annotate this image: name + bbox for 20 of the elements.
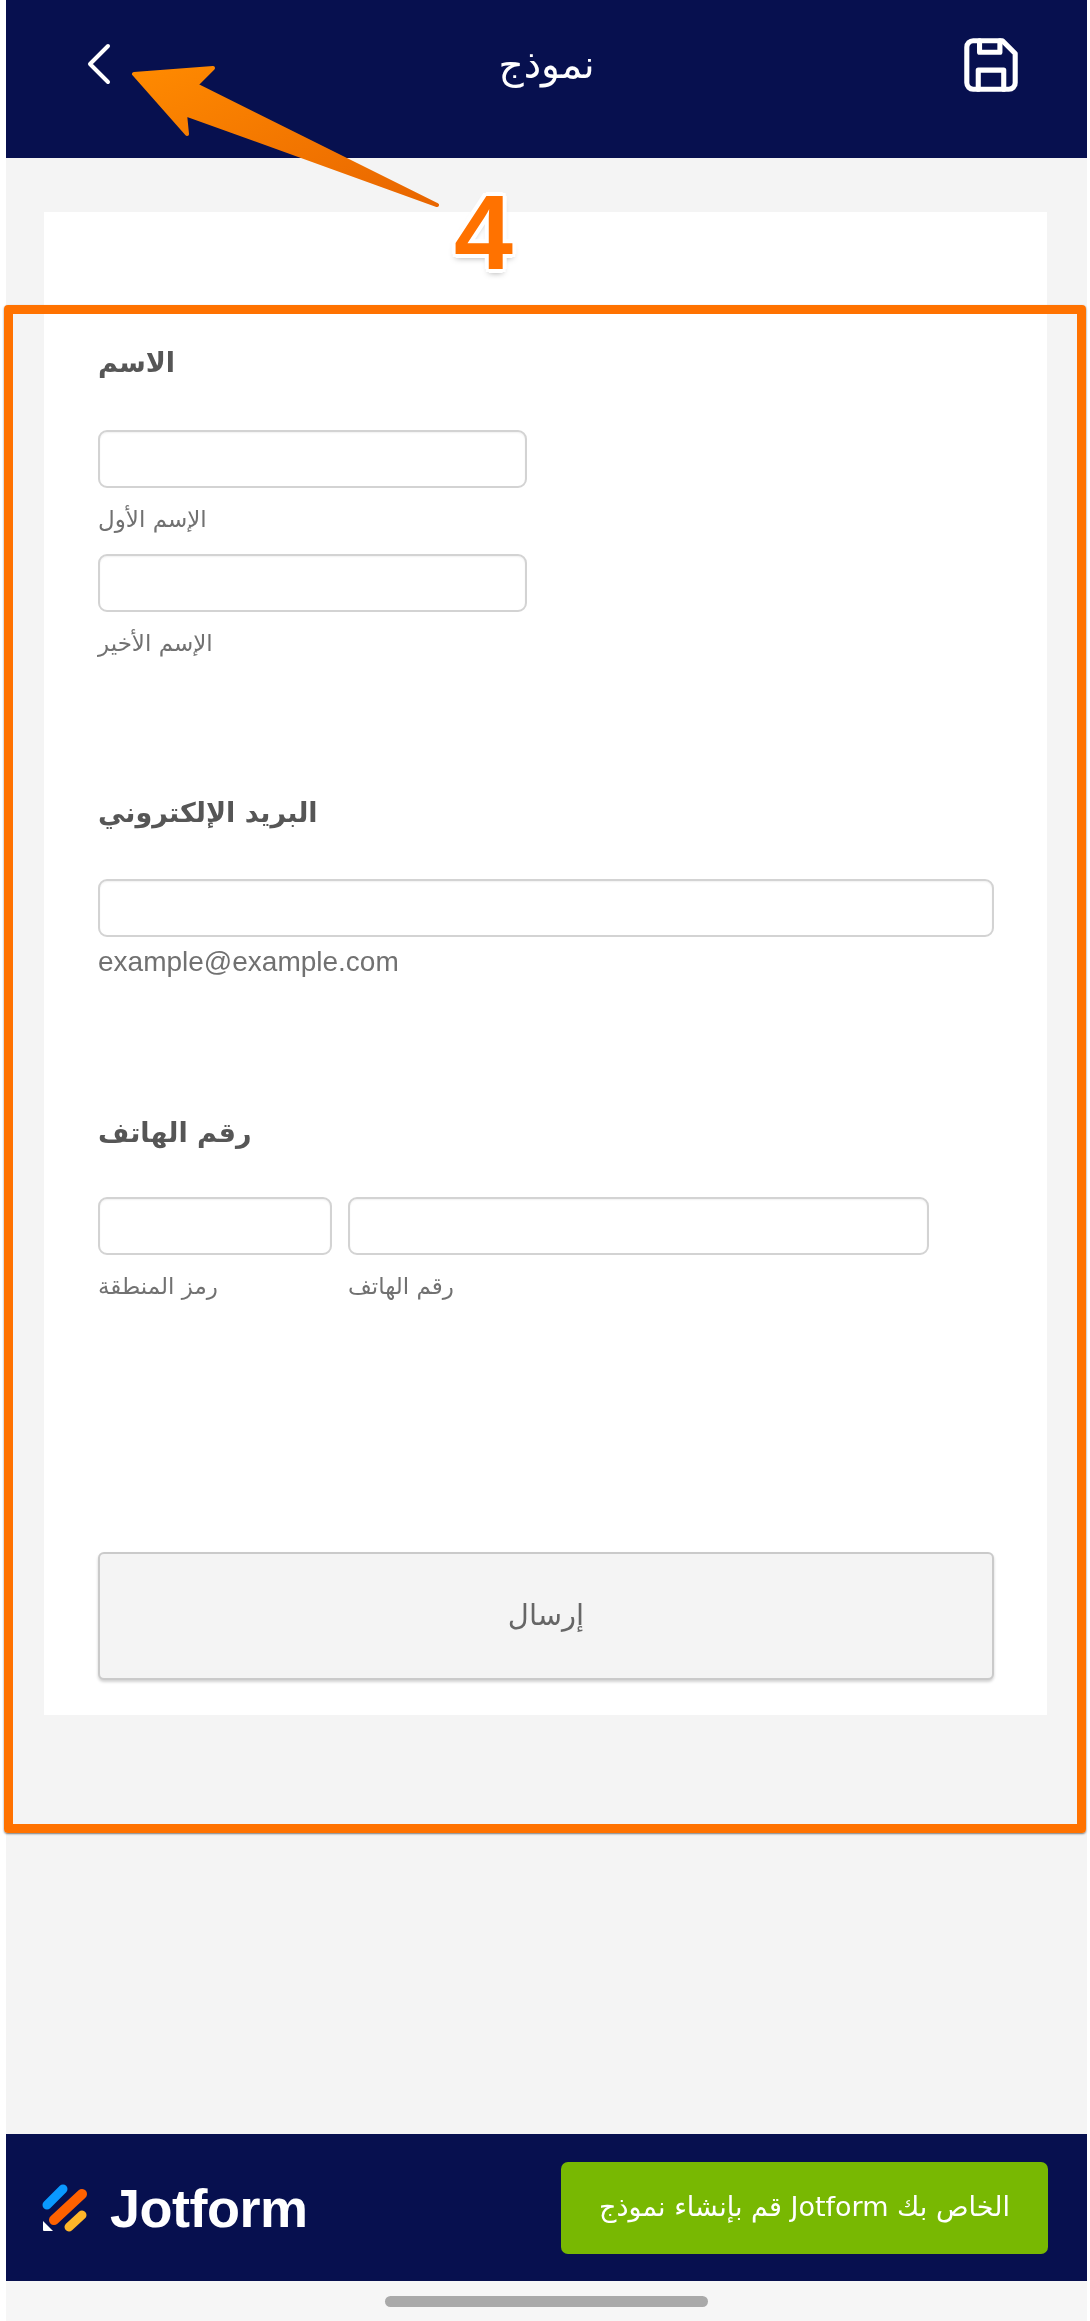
back-icon[interactable] <box>87 43 111 85</box>
input-field[interactable] <box>98 430 527 488</box>
logo-text: Jotform <box>110 2178 308 2237</box>
input-field[interactable] <box>98 879 994 937</box>
save-icon[interactable] <box>964 38 1018 92</box>
input-field[interactable] <box>348 1197 929 1255</box>
input-field[interactable] <box>98 554 527 612</box>
logo-icon <box>42 2183 88 2232</box>
field-label: البريد الإلكتروني <box>98 796 318 831</box>
header-title: نموذج <box>498 41 595 90</box>
field-sublabel: example@example.com <box>98 946 399 978</box>
field-label: رقم الهاتف <box>98 1116 252 1151</box>
field-sublabel: رمز المنطقة <box>98 1272 218 1301</box>
submit-button[interactable]: إرسال <box>98 1552 994 1680</box>
field-sublabel: الإسم الأول <box>98 504 207 534</box>
field-sublabel: رقم الهاتف <box>348 1272 454 1301</box>
field-sublabel: الإسم الأخير <box>98 628 213 658</box>
step-number: 4 <box>454 180 513 284</box>
field-label: الاسم <box>98 346 176 380</box>
input-field[interactable] <box>98 1197 332 1255</box>
